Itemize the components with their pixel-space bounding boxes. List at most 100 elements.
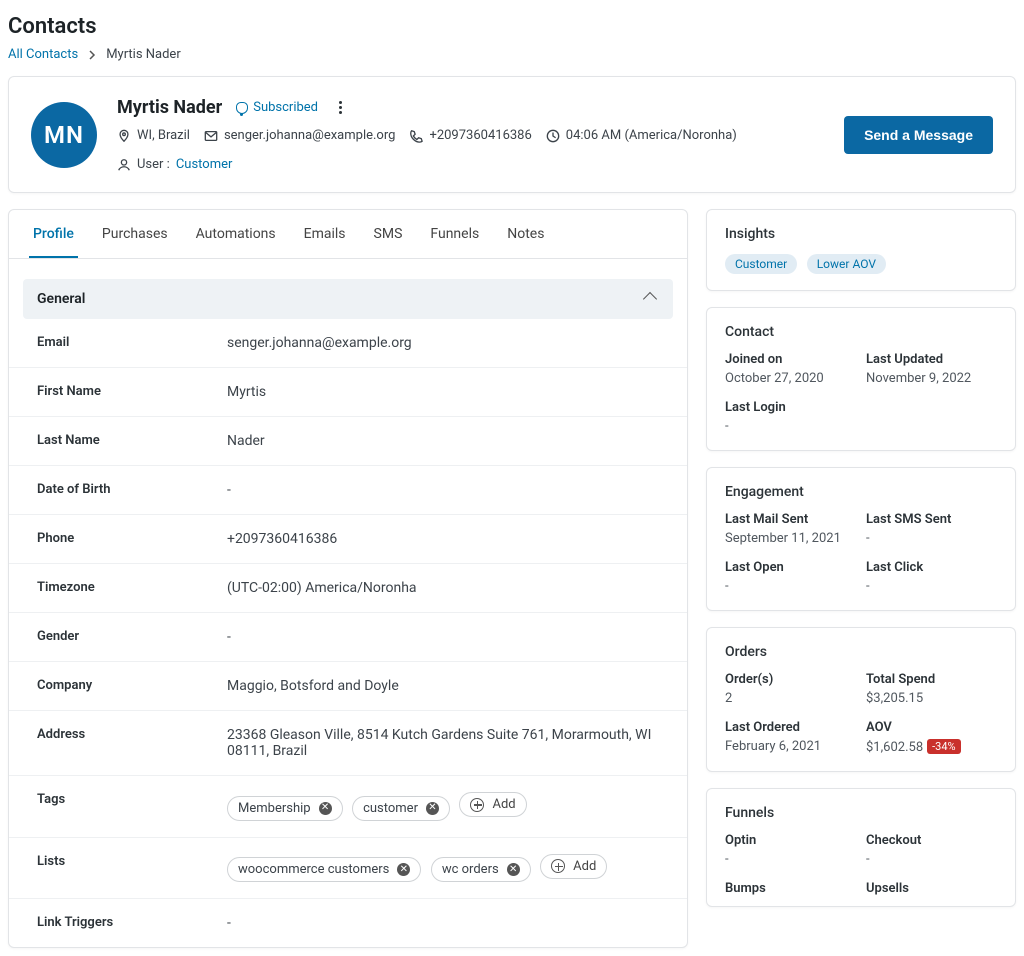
general-section-toggle[interactable]: General bbox=[23, 279, 673, 319]
orders-count-label: Order(s) bbox=[725, 672, 856, 687]
insights-card: Insights Customer Lower AOV bbox=[706, 209, 1016, 291]
open-value: - bbox=[725, 579, 856, 594]
last-ordered-value: February 6, 2021 bbox=[725, 739, 856, 754]
orders-count-value: 2 bbox=[725, 691, 856, 706]
label-link-triggers: Link Triggers bbox=[37, 915, 227, 930]
user-meta: User : Customer bbox=[117, 157, 232, 172]
label-lists: Lists bbox=[37, 854, 227, 869]
list-chip[interactable]: wc orders✕ bbox=[431, 857, 531, 882]
tag-chip[interactable]: customer✕ bbox=[352, 796, 450, 821]
plus-circle-icon bbox=[470, 798, 484, 812]
value-company: Maggio, Botsford and Doyle bbox=[227, 678, 673, 694]
engagement-title: Engagement bbox=[725, 484, 997, 500]
subscribed-label: Subscribed bbox=[253, 100, 318, 115]
value-last-name: Nader bbox=[227, 433, 673, 449]
remove-tag-icon[interactable]: ✕ bbox=[426, 802, 439, 815]
login-value: - bbox=[725, 419, 856, 434]
insight-badge-lower-aov[interactable]: Lower AOV bbox=[807, 254, 886, 274]
aov-value: $1,602.58-34% bbox=[866, 739, 997, 755]
profile-card: Profile Purchases Automations Emails SMS… bbox=[8, 209, 688, 948]
contact-header-card: MN Myrtis Nader Subscribed WI, Brazil se… bbox=[8, 76, 1016, 193]
label-email: Email bbox=[37, 335, 227, 350]
tab-purchases[interactable]: Purchases bbox=[98, 210, 172, 258]
insights-title: Insights bbox=[725, 226, 997, 242]
remove-tag-icon[interactable]: ✕ bbox=[319, 802, 332, 815]
more-actions-button[interactable] bbox=[332, 101, 348, 114]
aov-label: AOV bbox=[866, 720, 997, 735]
mail-label: Last Mail Sent bbox=[725, 512, 856, 527]
bumps-label: Bumps bbox=[725, 881, 856, 896]
send-message-button[interactable]: Send a Message bbox=[844, 116, 993, 154]
optin-value: - bbox=[725, 852, 856, 867]
orders-title: Orders bbox=[725, 644, 997, 660]
upsells-label: Upsells bbox=[866, 881, 997, 896]
label-address: Address bbox=[37, 727, 227, 742]
spend-value: $3,205.15 bbox=[866, 691, 997, 706]
click-value: - bbox=[866, 579, 997, 594]
value-dob: - bbox=[227, 482, 673, 498]
optin-label: Optin bbox=[725, 833, 856, 848]
label-first-name: First Name bbox=[37, 384, 227, 399]
login-label: Last Login bbox=[725, 400, 856, 415]
contact-name: Myrtis Nader bbox=[117, 97, 222, 118]
page-title: Contacts bbox=[8, 14, 1016, 39]
tab-profile[interactable]: Profile bbox=[29, 210, 78, 258]
funnels-card: Funnels Optin- Checkout- Bumps Upsells bbox=[706, 788, 1016, 907]
label-company: Company bbox=[37, 678, 227, 693]
joined-label: Joined on bbox=[725, 352, 856, 367]
value-address: 23368 Gleason Ville, 8514 Kutch Gardens … bbox=[227, 727, 673, 759]
tag-chip[interactable]: Membership✕ bbox=[227, 796, 343, 821]
tab-automations[interactable]: Automations bbox=[192, 210, 280, 258]
list-chip[interactable]: woocommerce customers✕ bbox=[227, 857, 421, 882]
label-last-name: Last Name bbox=[37, 433, 227, 448]
remove-list-icon[interactable]: ✕ bbox=[507, 863, 520, 876]
add-tag-button[interactable]: Add bbox=[459, 792, 526, 817]
label-tags: Tags bbox=[37, 792, 227, 807]
remove-list-icon[interactable]: ✕ bbox=[397, 863, 410, 876]
add-list-button[interactable]: Add bbox=[540, 854, 607, 879]
user-icon bbox=[117, 158, 131, 172]
location-icon bbox=[117, 129, 131, 143]
avatar: MN bbox=[31, 102, 97, 168]
value-phone: +2097360416386 bbox=[227, 531, 673, 547]
location-meta: WI, Brazil bbox=[117, 128, 190, 143]
user-type-link[interactable]: Customer bbox=[176, 157, 233, 172]
label-phone: Phone bbox=[37, 531, 227, 546]
label-timezone: Timezone bbox=[37, 580, 227, 595]
tab-list: Profile Purchases Automations Emails SMS… bbox=[9, 210, 687, 259]
chevron-up-icon bbox=[643, 292, 657, 306]
value-first-name: Myrtis bbox=[227, 384, 673, 400]
phone-icon bbox=[409, 129, 423, 143]
funnels-title: Funnels bbox=[725, 805, 997, 821]
label-dob: Date of Birth bbox=[37, 482, 227, 497]
plus-circle-icon bbox=[551, 859, 565, 873]
orders-card: Orders Order(s)2 Total Spend$3,205.15 La… bbox=[706, 627, 1016, 772]
mail-value: September 11, 2021 bbox=[725, 531, 856, 546]
joined-value: October 27, 2020 bbox=[725, 371, 856, 386]
tab-sms[interactable]: SMS bbox=[370, 210, 407, 258]
subscribed-badge[interactable]: Subscribed bbox=[236, 100, 318, 115]
value-link-triggers: - bbox=[227, 915, 673, 931]
breadcrumb: All Contacts Myrtis Nader bbox=[8, 47, 1016, 62]
updated-label: Last Updated bbox=[866, 352, 997, 367]
engagement-card: Engagement Last Mail Sent September 11, 2… bbox=[706, 467, 1016, 611]
checkout-label: Checkout bbox=[866, 833, 997, 848]
insight-badge-customer[interactable]: Customer bbox=[725, 254, 797, 274]
contact-info-title: Contact bbox=[725, 324, 997, 340]
tab-notes[interactable]: Notes bbox=[503, 210, 548, 258]
clock-icon bbox=[546, 129, 560, 143]
label-gender: Gender bbox=[37, 629, 227, 644]
spend-label: Total Spend bbox=[866, 672, 997, 687]
breadcrumb-all-contacts[interactable]: All Contacts bbox=[8, 47, 78, 62]
aov-change-badge: -34% bbox=[927, 739, 960, 754]
tab-emails[interactable]: Emails bbox=[300, 210, 350, 258]
click-label: Last Click bbox=[866, 560, 997, 575]
phone-meta: +2097360416386 bbox=[409, 128, 531, 143]
value-email: senger.johanna@example.org bbox=[227, 335, 673, 351]
open-label: Last Open bbox=[725, 560, 856, 575]
value-gender: - bbox=[227, 629, 673, 645]
sms-label: Last SMS Sent bbox=[866, 512, 997, 527]
general-section-label: General bbox=[37, 291, 85, 307]
chevron-right-icon bbox=[88, 50, 96, 60]
tab-funnels[interactable]: Funnels bbox=[426, 210, 483, 258]
